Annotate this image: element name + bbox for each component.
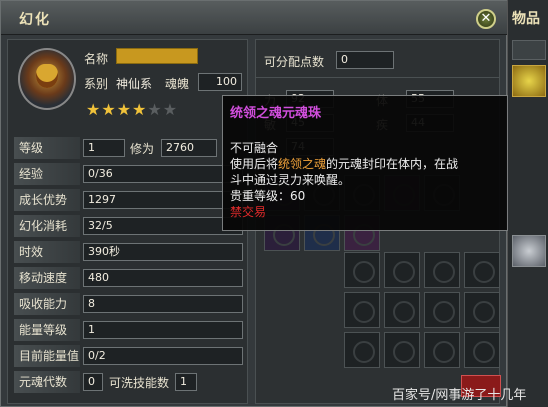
close-icon[interactable]: ✕ [476, 9, 496, 29]
speed-label: 移动速度 [14, 267, 80, 289]
empty-slot[interactable] [384, 332, 420, 368]
tooltip-line: 使用后将统领之魂的元魂封印在体内，在战 [230, 157, 459, 171]
empty-slot[interactable] [424, 332, 460, 368]
soul-value: 100 [198, 73, 242, 91]
exp-label: 经验 [14, 163, 80, 185]
title-bar: 幻化 ✕ [1, 1, 508, 35]
star-rating: ★★★★★★ [86, 100, 178, 119]
empty-slot[interactable] [464, 252, 500, 288]
level-label: 等级 [14, 137, 80, 159]
speed-value: 480 [83, 269, 243, 287]
star-icon: ★ [86, 100, 101, 119]
star-icon: ★ [116, 100, 132, 119]
inventory-sidebar: 物品 [507, 0, 548, 407]
pet-avatar [18, 48, 76, 110]
empty-slot[interactable] [384, 252, 420, 288]
cultivation-label: 修为 [130, 142, 155, 156]
points-label: 可分配点数 [264, 55, 325, 69]
growth-label: 成长优势 [14, 189, 80, 211]
window-title: 幻化 [19, 12, 51, 28]
energy-level-label: 能量等级 [14, 319, 80, 341]
series-value: 神仙系 [116, 77, 153, 91]
soul-gen-label: 元魂代数 [14, 371, 80, 393]
star-icon: ★ [101, 100, 116, 119]
energy-value: 0/2 [83, 347, 243, 365]
name-field[interactable] [116, 48, 198, 64]
absorb-value: 8 [83, 295, 243, 313]
star-icon: ★ [132, 100, 147, 119]
duration-label: 时效 [14, 241, 80, 263]
inventory-title: 物品 [512, 11, 540, 27]
pet-info-panel: 名称 系别 神仙系 魂魄 100 ★★★★★★ 等级 1 修为 2760 经验 … [7, 39, 248, 404]
item-slot-gold[interactable] [512, 65, 546, 97]
empty-slot[interactable] [344, 332, 380, 368]
energy-level-value: 1 [83, 321, 243, 339]
tooltip-line: 不可融合 [230, 141, 279, 155]
washable-value: 1 [175, 373, 197, 391]
item-tooltip: 统领之魂元魂珠 不可融合 使用后将统领之魂的元魂封印在体内，在战 斗中通过灵力来… [222, 95, 508, 231]
washable-label: 可洗技能数 [109, 376, 170, 390]
soul-gen-value: 0 [83, 373, 103, 391]
energy-value-label: 目前能量值 [14, 345, 80, 367]
consume-label: 幻化消耗 [14, 215, 80, 237]
duration-value: 390秒 [83, 243, 243, 261]
absorb-label: 吸收能力 [14, 293, 80, 315]
points-value: 0 [336, 51, 394, 69]
empty-slot[interactable] [424, 252, 460, 288]
name-label: 名称 [84, 52, 109, 66]
empty-slot[interactable] [464, 292, 500, 328]
item-slot-gem[interactable] [512, 235, 546, 267]
series-label: 系别 [84, 77, 109, 91]
empty-slot[interactable] [424, 292, 460, 328]
empty-slot[interactable] [464, 332, 500, 368]
cultivation-value: 2760 [161, 139, 217, 157]
empty-slot[interactable] [344, 292, 380, 328]
tooltip-line: 贵重等级：60 [230, 189, 306, 203]
tooltip-trade-status: 禁交易 [230, 205, 267, 219]
empty-slot[interactable] [384, 292, 420, 328]
tooltip-title: 统领之魂元魂珠 [230, 106, 322, 121]
consume-value: 32/5 [83, 217, 243, 235]
watermark: 百家号/网事游了十几年 [392, 388, 527, 403]
exp-value: 0/36 [83, 165, 243, 183]
star-empty-icon: ★ [147, 100, 162, 119]
growth-value: 1297 [83, 191, 243, 209]
tooltip-line: 斗中通过灵力来唤醒。 [230, 173, 351, 187]
soul-label: 魂魄 [165, 77, 190, 91]
empty-slot[interactable] [344, 252, 380, 288]
star-empty-icon: ★ [162, 100, 178, 119]
inventory-tab[interactable] [512, 40, 546, 60]
level-value: 1 [83, 139, 125, 157]
